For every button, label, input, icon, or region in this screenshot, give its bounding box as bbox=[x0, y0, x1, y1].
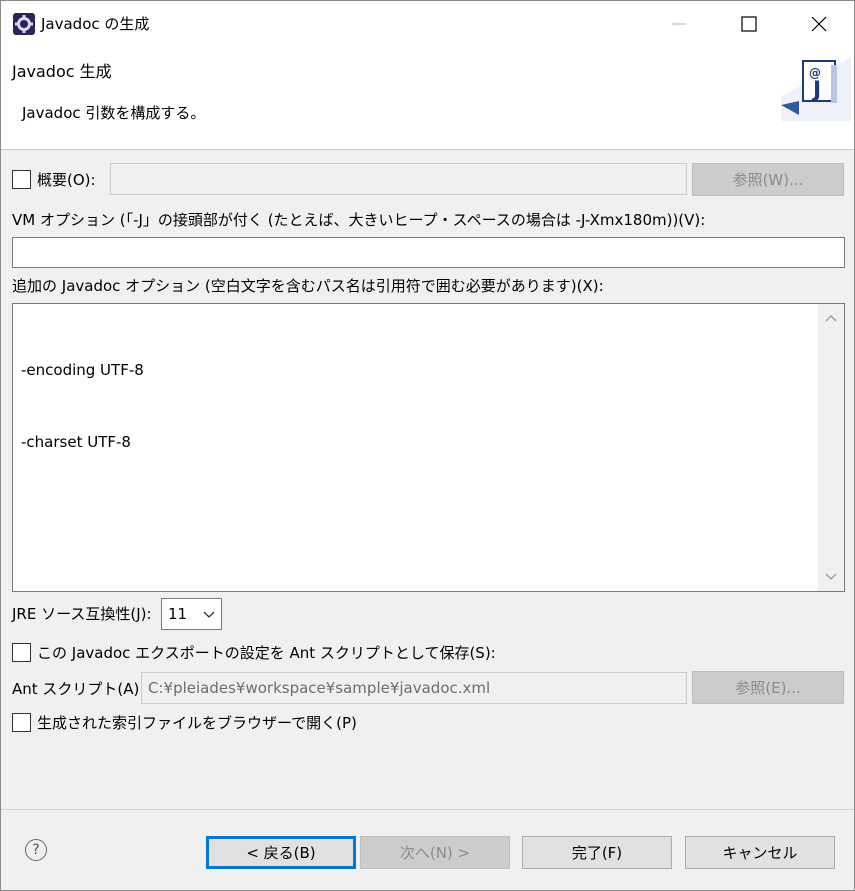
overview-browse-button[interactable]: 参照(W)... bbox=[692, 163, 844, 196]
minimize-icon bbox=[672, 23, 686, 25]
extra-options-text: -encoding UTF-8 -charset UTF-8 bbox=[21, 310, 144, 502]
ant-script-browse-button[interactable]: 参照(E)... bbox=[692, 671, 844, 704]
chevron-down-icon bbox=[203, 611, 215, 618]
extra-options-line: -encoding UTF-8 bbox=[21, 361, 144, 379]
extra-options-textarea[interactable]: -encoding UTF-8 -charset UTF-8 bbox=[12, 303, 845, 592]
cancel-button[interactable]: キャンセル bbox=[685, 836, 835, 869]
javadoc-dialog: Javadoc の生成 Javadoc 生成 Javadoc 引数を構成する。 bbox=[0, 0, 855, 891]
jre-compat-label: JRE ソース互換性(J): bbox=[12, 605, 152, 623]
javadoc-wizard-icon: @ J bbox=[781, 57, 851, 121]
open-browser-label: 生成された索引ファイルをブラウザーで開く(P) bbox=[37, 714, 357, 732]
next-button[interactable]: 次へ(N) > bbox=[360, 836, 510, 869]
help-icon[interactable]: ? bbox=[25, 839, 47, 861]
close-button[interactable] bbox=[784, 1, 854, 47]
overview-checkbox[interactable] bbox=[12, 170, 31, 189]
wizard-banner: Javadoc 生成 Javadoc 引数を構成する。 @ J bbox=[1, 47, 854, 150]
save-ant-label: この Javadoc エクスポートの設定を Ant スクリプトとして保存(S): bbox=[37, 644, 496, 662]
help-glyph: ? bbox=[32, 842, 40, 858]
vm-options-input[interactable] bbox=[12, 237, 845, 268]
maximize-button[interactable] bbox=[714, 1, 784, 47]
title-bar[interactable]: Javadoc の生成 bbox=[1, 1, 854, 47]
finish-button[interactable]: 完了(F) bbox=[522, 836, 672, 869]
jre-compat-value: 11 bbox=[168, 605, 188, 623]
banner-description: Javadoc 引数を構成する。 bbox=[22, 104, 206, 122]
ant-script-label: Ant スクリプト(A): bbox=[12, 680, 145, 698]
extra-options-line: -charset UTF-8 bbox=[21, 433, 131, 451]
ant-script-value: C:¥pleiades¥workspace¥sample¥javadoc.xml bbox=[148, 679, 491, 697]
back-button[interactable]: < 戻る(B) bbox=[206, 836, 356, 869]
minimize-button[interactable] bbox=[644, 1, 714, 47]
vertical-scrollbar[interactable] bbox=[818, 304, 844, 591]
save-ant-checkbox[interactable] bbox=[12, 643, 31, 662]
vm-options-label: VM オプション (「-J」の接頭部が付く (たとえば、大きいヒープ・スペースの… bbox=[12, 211, 706, 229]
svg-text:J: J bbox=[811, 78, 821, 103]
overview-input[interactable] bbox=[110, 163, 687, 195]
banner-title: Javadoc 生成 bbox=[12, 62, 112, 81]
open-browser-checkbox[interactable] bbox=[12, 713, 31, 732]
ant-script-input[interactable]: C:¥pleiades¥workspace¥sample¥javadoc.xml bbox=[141, 672, 687, 704]
overview-label: 概要(O): bbox=[37, 171, 96, 189]
window-title: Javadoc の生成 bbox=[41, 15, 150, 33]
scroll-down-icon bbox=[825, 573, 837, 581]
scroll-up-icon bbox=[825, 314, 837, 322]
eclipse-app-icon bbox=[13, 13, 35, 35]
maximize-icon bbox=[741, 16, 757, 32]
close-icon bbox=[811, 16, 827, 32]
footer-separator bbox=[1, 809, 854, 810]
extra-options-label: 追加の Javadoc オプション (空白文字を含むパス名は引用符で囲む必要があ… bbox=[12, 277, 604, 295]
jre-compat-select[interactable]: 11 bbox=[161, 598, 222, 630]
